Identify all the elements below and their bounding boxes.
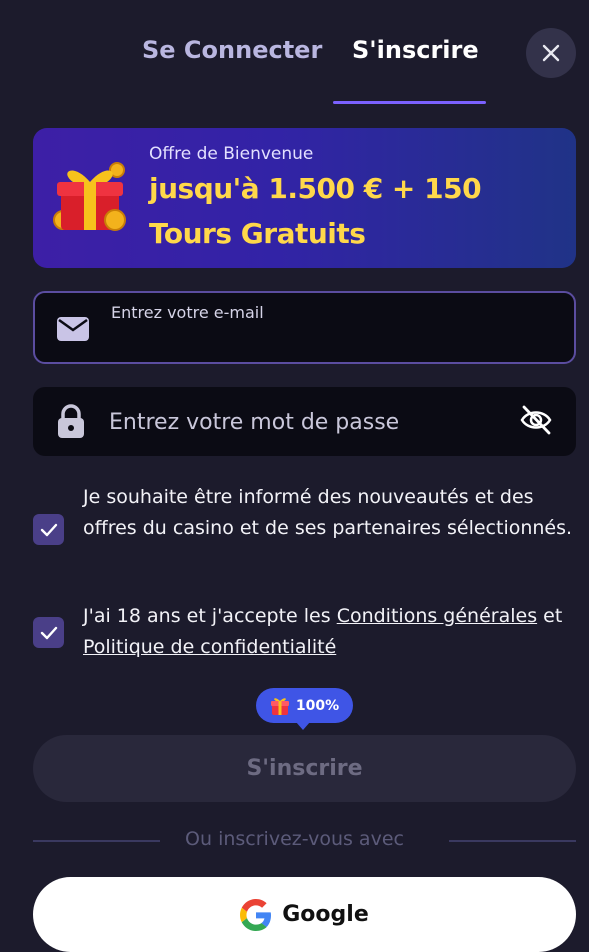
divider-right: [449, 840, 576, 842]
offer-kicker: Offre de Bienvenue: [149, 144, 314, 164]
check-icon: [40, 626, 57, 639]
mail-icon: [57, 317, 89, 341]
email-label: Entrez votre e-mail: [111, 303, 264, 322]
lock-icon: [58, 404, 84, 438]
divider-label: Ou inscrivez-vous avec: [185, 828, 404, 850]
check-icon: [40, 523, 57, 536]
tab-register[interactable]: S'inscrire: [352, 36, 479, 64]
bonus-badge-pointer: [296, 722, 310, 730]
welcome-offer-banner: Offre de Bienvenue jusqu'à 1.500 € + 150…: [33, 128, 576, 268]
tab-login[interactable]: Se Connecter: [142, 36, 322, 64]
offer-headline: jusqu'à 1.500 € + 150: [149, 172, 482, 205]
marketing-consent-checkbox[interactable]: [33, 514, 64, 545]
google-signup-button[interactable]: Google: [33, 877, 576, 952]
terms-consent-text: J'ai 18 ans et j'accepte les Conditions …: [83, 601, 573, 663]
email-field[interactable]: Entrez votre e-mail: [33, 291, 576, 364]
gift-icon: [53, 162, 126, 231]
toggle-password-visibility-button[interactable]: [519, 403, 553, 441]
bonus-badge: 100%: [256, 688, 353, 723]
marketing-consent-text: Je souhaite être informé des nouveautés …: [83, 486, 573, 539]
terms-prefix: J'ai 18 ans et j'accepte les: [83, 605, 337, 627]
close-icon: [542, 44, 560, 62]
auth-tabs: Se Connecter S'inscrire: [0, 0, 589, 106]
eye-off-icon: [520, 405, 552, 435]
bonus-badge-label: 100%: [295, 697, 340, 714]
marketing-consent-row: Je souhaite être informé des nouveautés …: [33, 482, 573, 578]
register-submit-button[interactable]: S'inscrire: [33, 735, 576, 802]
google-icon: [240, 898, 272, 931]
offer-headline-2: Tours Gratuits: [149, 217, 366, 250]
terms-and: et: [537, 605, 563, 627]
email-input[interactable]: [109, 329, 553, 357]
terms-consent-row: J'ai 18 ans et j'accepte les Conditions …: [33, 601, 573, 665]
terms-consent-checkbox[interactable]: [33, 617, 64, 648]
password-input[interactable]: [107, 387, 511, 458]
password-field[interactable]: [33, 387, 576, 458]
close-button[interactable]: [526, 28, 576, 78]
privacy-policy-link[interactable]: Politique de confidentialité: [83, 636, 336, 658]
google-button-label: Google: [282, 902, 369, 927]
active-tab-underline: [333, 101, 486, 104]
terms-link[interactable]: Conditions générales: [337, 605, 537, 627]
gift-icon: [270, 697, 289, 715]
